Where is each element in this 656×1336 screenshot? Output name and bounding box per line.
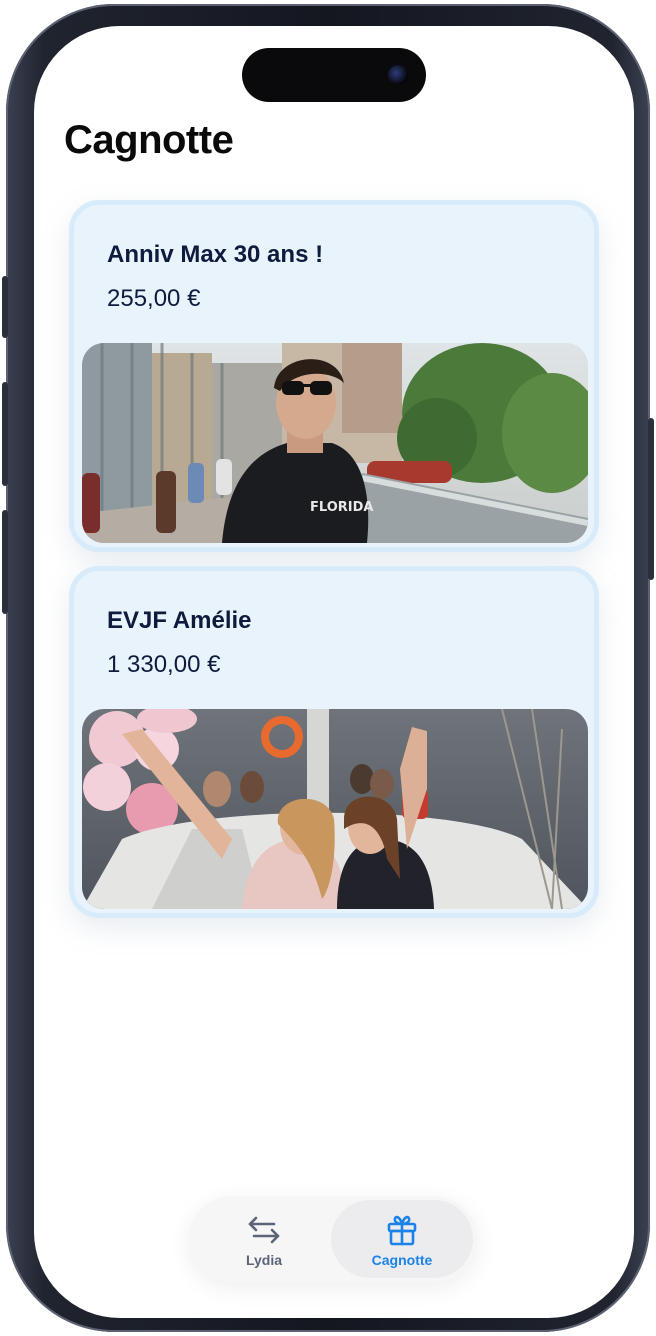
gift-icon	[387, 1215, 417, 1246]
tab-cagnotte[interactable]: Cagnotte	[331, 1200, 473, 1278]
screen: Cagnotte Anniv Max 30 ans ! 255,00 € FLO…	[34, 26, 634, 1318]
power-button	[648, 418, 654, 580]
tab-lydia[interactable]: Lydia	[193, 1200, 335, 1278]
volume-down-button	[2, 510, 8, 614]
page-title: Cagnotte	[64, 118, 234, 162]
camera-icon	[388, 65, 408, 85]
pot-title: EVJF Amélie	[107, 607, 252, 634]
pot-photo	[82, 709, 588, 909]
tab-lydia-label: Lydia	[245, 1252, 283, 1268]
volume-up-button	[2, 382, 8, 486]
dynamic-island	[242, 48, 426, 102]
pot-amount: 1 330,00 €	[107, 651, 221, 678]
pot-amount: 255,00 €	[107, 285, 201, 312]
tab-cagnotte-label: Cagnotte	[371, 1252, 433, 1268]
pot-card-evjf-amelie[interactable]: EVJF Amélie 1 330,00 €	[69, 566, 599, 918]
action-button	[2, 276, 8, 338]
bottom-tab-bar: Lydia Cagnotte	[189, 1196, 477, 1282]
pot-card-anniv-max[interactable]: Anniv Max 30 ans ! 255,00 € FLORIDA	[69, 200, 599, 552]
phone-frame: Cagnotte Anniv Max 30 ans ! 255,00 € FLO…	[2, 4, 654, 1332]
pot-title: Anniv Max 30 ans !	[107, 241, 324, 268]
photo-women-on-boat	[82, 709, 588, 909]
pot-photo: FLORIDA	[82, 343, 588, 543]
transfer-arrows-icon	[248, 1216, 280, 1244]
photo-young-man-sunglasses: FLORIDA	[82, 343, 588, 543]
svg-text:FLORIDA: FLORIDA	[310, 500, 373, 515]
